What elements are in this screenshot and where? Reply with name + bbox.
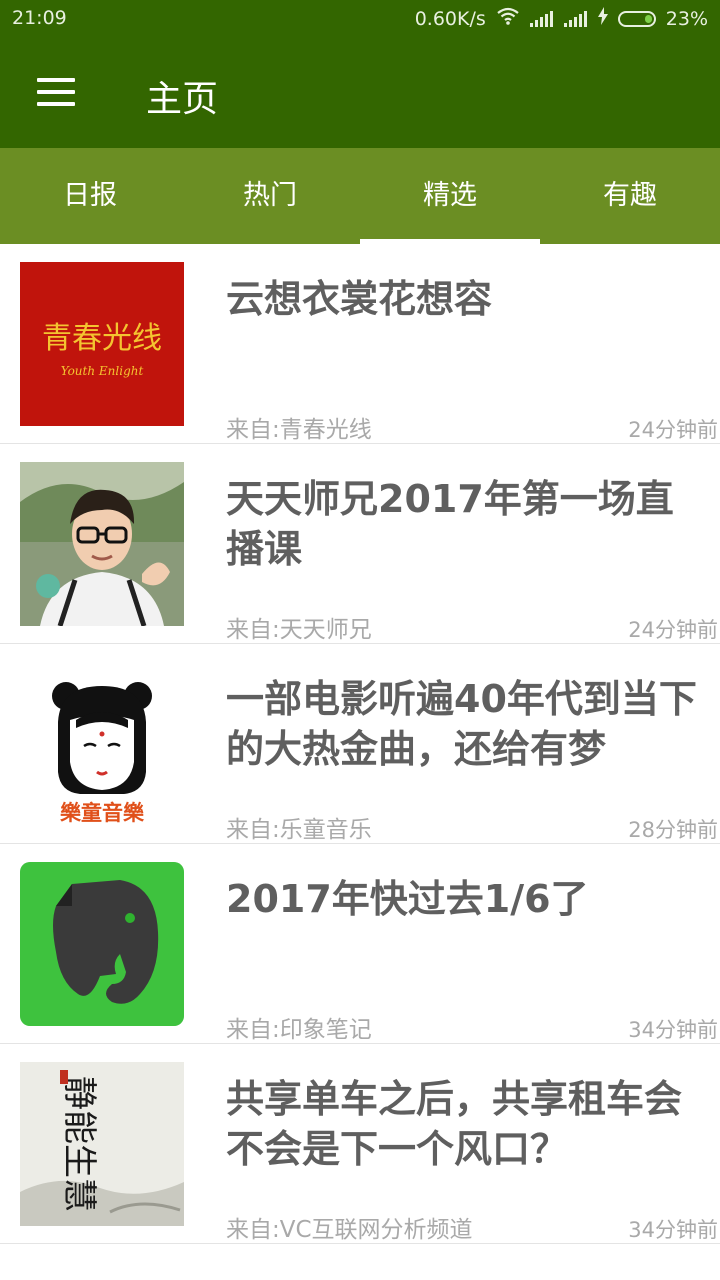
article-list: 青春光线 Youth Enlight 云想衣裳花想容 来自:青春光线 24分钟前 — [0, 244, 720, 1244]
app-toolbar: 主页 — [0, 38, 720, 148]
tab-hot[interactable]: 热门 — [180, 148, 360, 244]
article-source: 来自:乐童音乐 — [226, 817, 372, 843]
article-source: 来自:印象笔记 — [226, 1017, 372, 1043]
battery-percent: 23% — [665, 7, 708, 30]
article-item[interactable]: 静能生慧 共享单车之后，共享租车会不会是下一个风口？ 来自:VC互联网分析频道 … — [0, 1044, 720, 1244]
network-speed: 0.60K/s — [414, 7, 486, 30]
signal-icon — [563, 10, 588, 27]
article-item[interactable]: 青春光线 Youth Enlight 云想衣裳花想容 来自:青春光线 24分钟前 — [0, 244, 720, 444]
battery-icon — [617, 10, 656, 27]
status-time: 21:09 — [12, 7, 67, 29]
article-thumbnail: 樂童音樂 — [20, 662, 184, 826]
article-thumbnail: 静能生慧 — [20, 1062, 184, 1226]
thumbnail-logo-text: 青春光线 — [42, 321, 162, 356]
article-thumbnail: 青春光线 Youth Enlight — [20, 262, 184, 426]
article-title: 2017年快过去1/6了 — [226, 877, 589, 921]
article-thumbnail — [20, 862, 184, 1026]
hamburger-menu-icon[interactable] — [37, 78, 75, 106]
charging-icon — [597, 7, 608, 30]
article-thumbnail — [20, 462, 184, 626]
tab-featured[interactable]: 精选 — [360, 148, 540, 244]
thumbnail-logo-subtext: Youth Enlight — [61, 364, 144, 378]
article-title: 云想衣裳花想容 — [226, 277, 493, 321]
article-title: 天天师兄2017年第一场直播课 — [226, 477, 674, 571]
article-source: 来自:天天师兄 — [226, 617, 372, 643]
article-title: 一部电影听遍40年代到当下的大热金曲，还给有梦 — [226, 677, 697, 771]
article-source: 来自:VC互联网分析频道 — [226, 1217, 473, 1243]
article-item[interactable]: 2017年快过去1/6了 来自:印象笔记 34分钟前 — [0, 844, 720, 1044]
wifi-icon — [496, 7, 520, 30]
signal-icon — [529, 10, 554, 27]
article-title: 共享单车之后，共享租车会不会是下一个风口？ — [226, 1077, 683, 1171]
tab-bar: 日报 热门 精选 有趣 — [0, 148, 720, 244]
thumbnail-calligraphy-text: 静能生慧 — [59, 1076, 99, 1212]
thumbnail-logo-text: 樂童音樂 — [60, 801, 145, 825]
article-time: 28分钟前 — [628, 818, 718, 842]
article-time: 24分钟前 — [628, 618, 718, 642]
article-source: 来自:青春光线 — [226, 417, 372, 443]
tab-daily[interactable]: 日报 — [0, 148, 180, 244]
status-bar: 21:09 0.60K/s 23% — [0, 0, 720, 38]
article-time: 34分钟前 — [628, 1018, 718, 1042]
tab-fun[interactable]: 有趣 — [540, 148, 720, 244]
status-right: 0.60K/s 23% — [415, 7, 708, 30]
article-item[interactable]: 樂童音樂 一部电影听遍40年代到当下的大热金曲，还给有梦 来自:乐童音乐 28分… — [0, 644, 720, 844]
article-time: 24分钟前 — [628, 418, 718, 442]
article-time: 34分钟前 — [628, 1218, 718, 1242]
article-item[interactable]: 天天师兄2017年第一场直播课 来自:天天师兄 24分钟前 — [0, 444, 720, 644]
page-title: 主页 — [146, 79, 219, 120]
